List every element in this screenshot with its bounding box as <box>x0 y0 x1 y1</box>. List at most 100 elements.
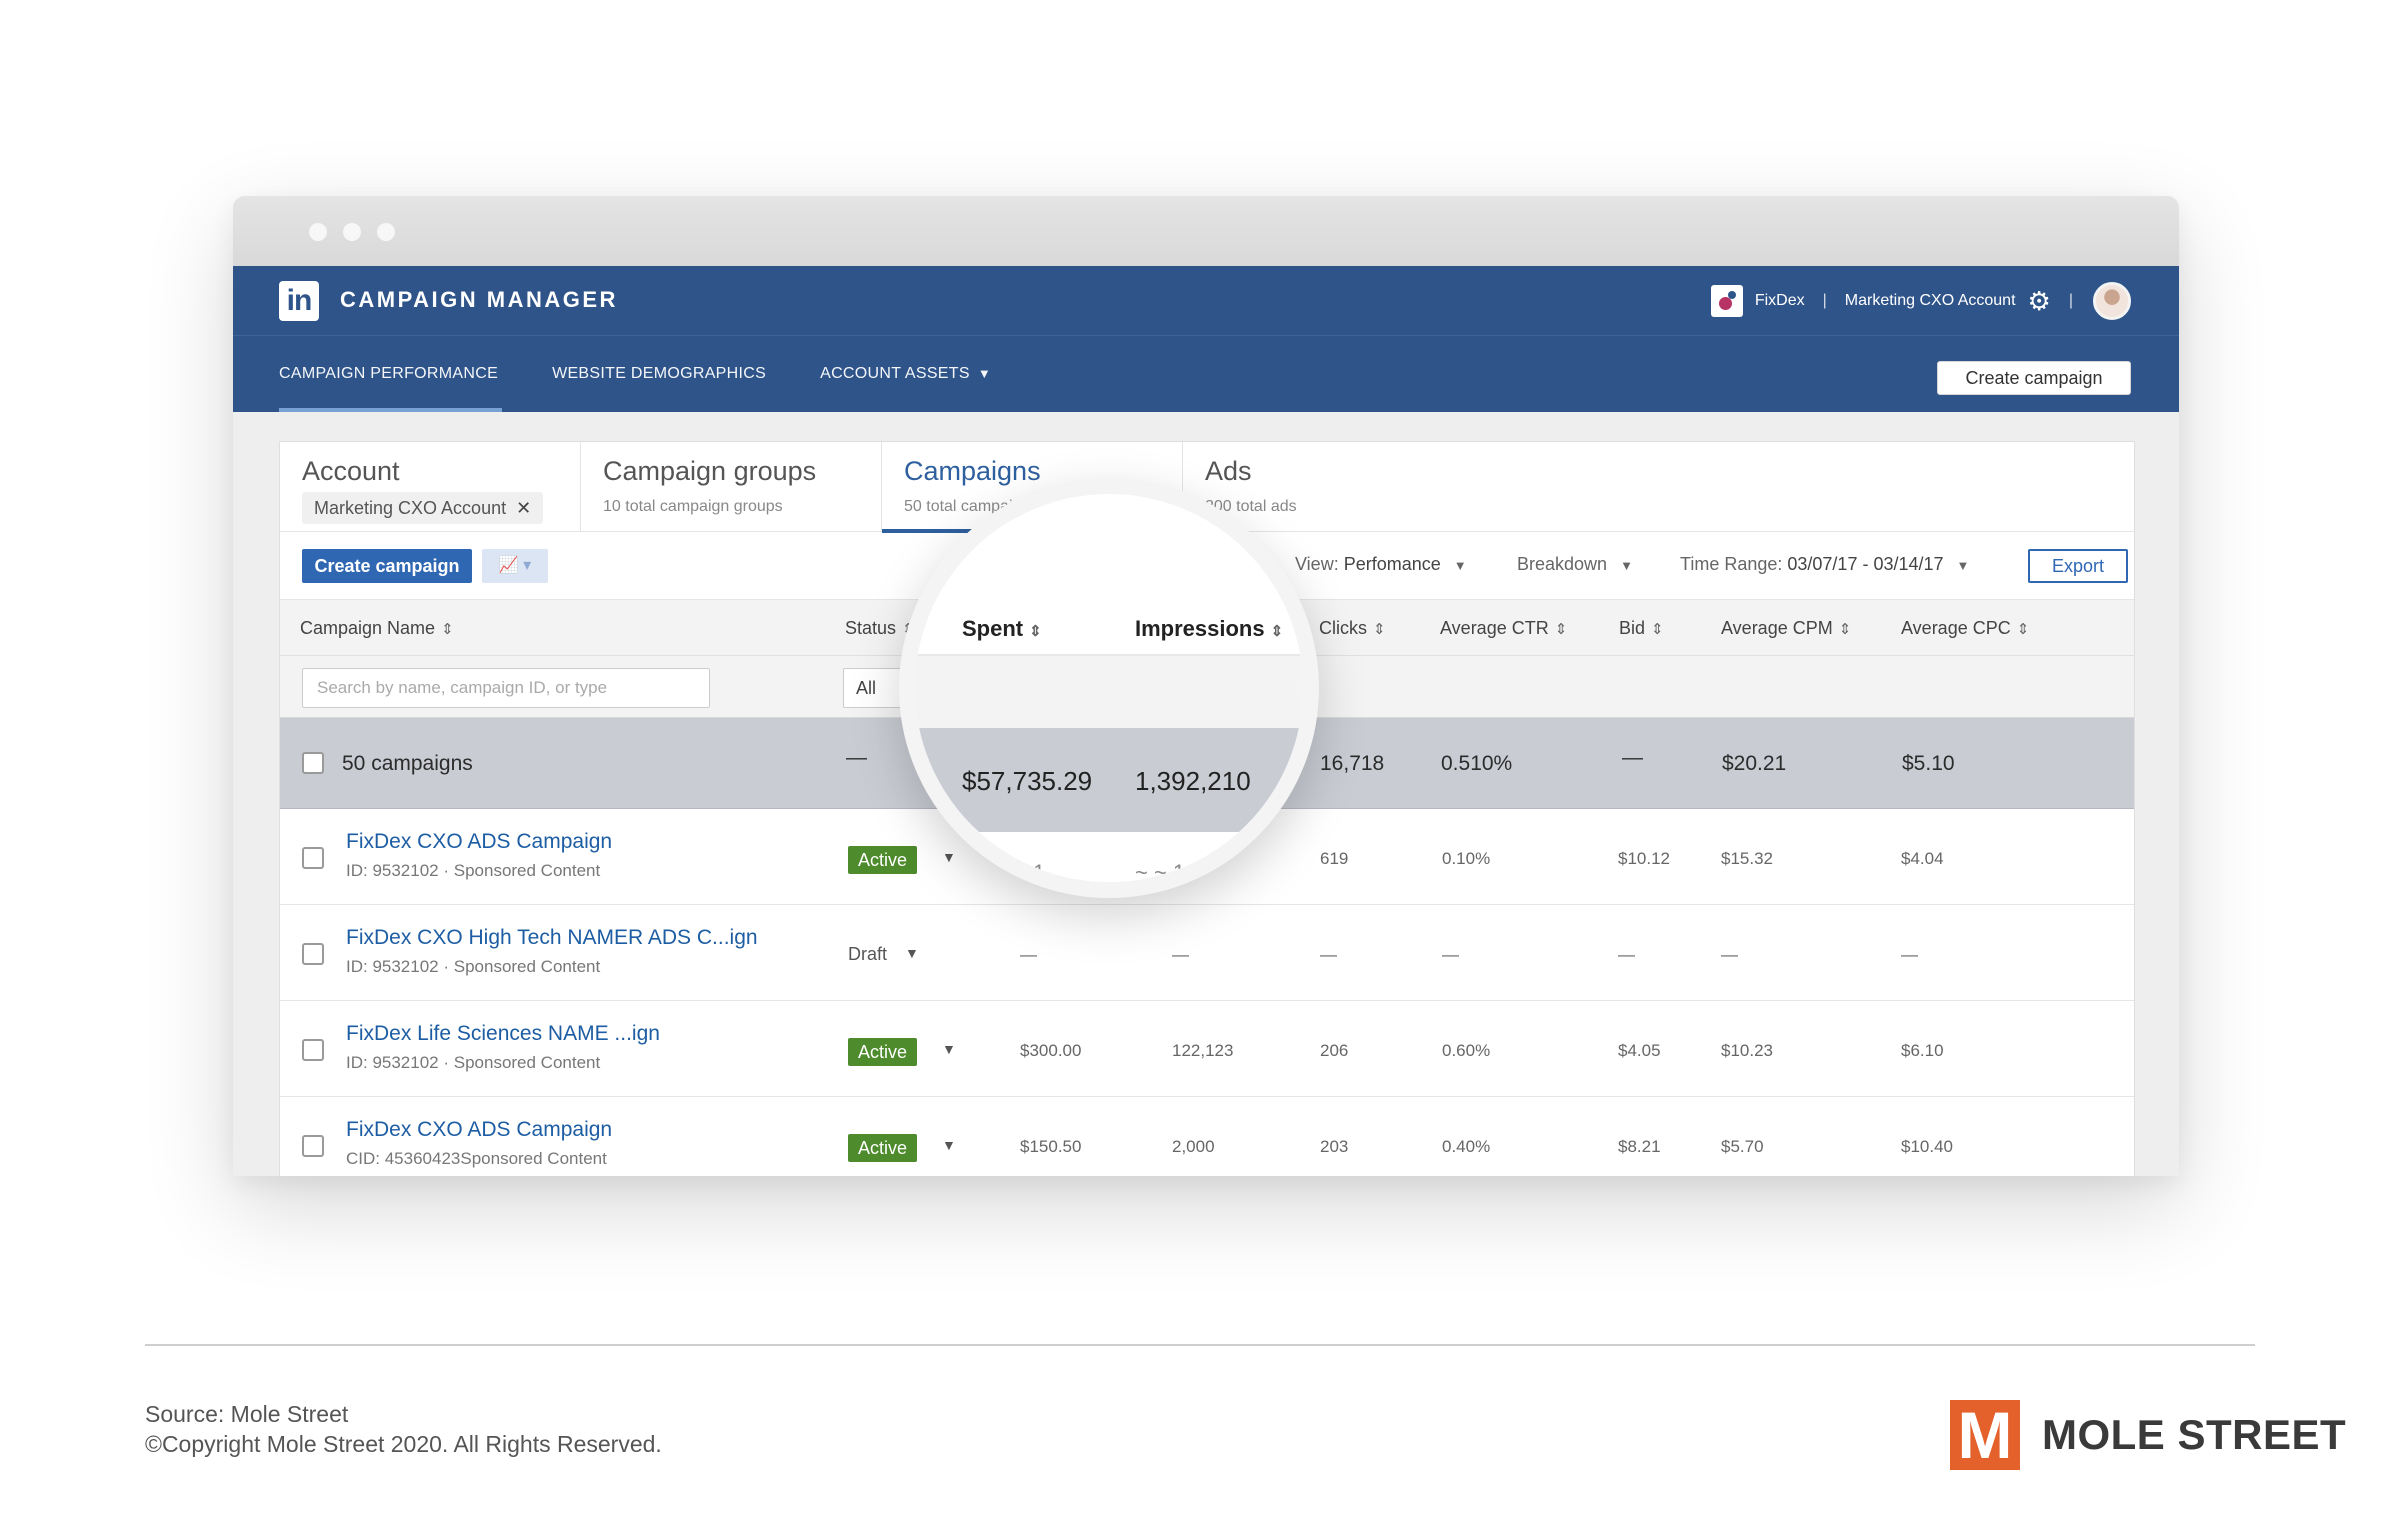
time-range-value: 03/07/17 - 03/14/17 <box>1787 554 1944 574</box>
row-checkbox[interactable] <box>302 1039 324 1061</box>
row-checkbox[interactable] <box>302 1135 324 1157</box>
magnified-impressions-total: 1,392,210 <box>1135 766 1251 796</box>
cell-clicks: 206 <box>1320 1041 1349 1060</box>
gear-icon[interactable]: ⚙ <box>2028 286 2051 317</box>
column-average-cpc-label: Average CPC <box>1901 618 2011 638</box>
campaign-name-link[interactable]: FixDex CXO ADS Campaign <box>346 830 612 854</box>
cell-spent: $150.50 <box>1020 1137 1082 1156</box>
app-header: in CAMPAIGN MANAGER FixDex | Marketing C… <box>233 266 2179 412</box>
window-maximize-dot[interactable] <box>377 223 395 241</box>
table-row[interactable]: FixDex CXO ADS Campaign CID: 45360423Spo… <box>280 1097 2134 1176</box>
column-average-cpm[interactable]: Average CPM ⇕ <box>1721 618 1851 639</box>
column-bid[interactable]: Bid ⇕ <box>1619 618 1664 639</box>
nav-account-assets[interactable]: ACCOUNT ASSETS ▼ <box>820 336 991 412</box>
campaign-name-link[interactable]: FixDex Life Sciences NAME ...ign <box>346 1022 660 1046</box>
chevron-down-icon: ▼ <box>1453 558 1467 573</box>
account-switcher: FixDex | Marketing CXO Account ⚙ | <box>1710 280 2131 322</box>
mole-street-brand: M MOLE STREET <box>1950 1398 2346 1472</box>
status-badge[interactable]: Active <box>848 846 918 874</box>
tab-account[interactable]: Account Marketing CXO Account ✕ <box>280 442 581 532</box>
close-icon[interactable]: ✕ <box>516 498 531 518</box>
cell-bid: $10.12 <box>1618 849 1670 868</box>
column-average-ctr-label: Average CTR <box>1440 618 1549 638</box>
sort-icon: ⇕ <box>1029 623 1042 640</box>
chart-toggle-button[interactable]: 📈 ▾ <box>482 549 548 583</box>
cell-clicks: 203 <box>1320 1137 1349 1156</box>
table-row[interactable]: FixDex Life Sciences NAME ...ign ID: 953… <box>280 1001 2134 1097</box>
column-clicks[interactable]: Clicks ⇕ <box>1319 618 1386 639</box>
magnified-impressions-header-label: Impressions <box>1135 616 1265 641</box>
sort-icon: ⇕ <box>1651 621 1664 638</box>
create-campaign-button[interactable]: Create campaign <box>302 549 472 583</box>
account-name[interactable]: Marketing CXO Account <box>1845 292 2016 310</box>
column-average-cpc[interactable]: Average CPC ⇕ <box>1901 618 2029 639</box>
status-badge[interactable]: Active <box>848 1038 918 1066</box>
export-button[interactable]: Export <box>2028 549 2128 583</box>
time-range-selector[interactable]: Time Range: 03/07/17 - 03/14/17 ▼ <box>1680 554 1969 575</box>
time-range-label: Time Range: <box>1680 554 1783 574</box>
avatar[interactable] <box>2093 282 2131 320</box>
sort-icon: ⇕ <box>2016 621 2030 638</box>
company-logo-icon <box>1710 285 1743 317</box>
cell-ctr: 0.10% <box>1442 849 1491 868</box>
window-minimize-dot[interactable] <box>343 223 361 241</box>
summary-cpm: $20.21 <box>1722 752 1787 775</box>
search-input[interactable]: Search by name, campaign ID, or type <box>302 668 710 708</box>
cell-impressions: 122,123 <box>1172 1041 1234 1060</box>
account-filter-chip-label: Marketing CXO Account <box>314 498 507 518</box>
tab-campaigns-title: Campaigns <box>904 456 1041 486</box>
status-label[interactable]: Draft <box>848 944 887 965</box>
cell-ctr: 0.60% <box>1442 1041 1491 1060</box>
brand-mark: M <box>1957 1398 2013 1472</box>
column-status[interactable]: Status⇕ <box>845 618 915 639</box>
create-campaign-header-button[interactable]: Create campaign <box>1937 361 2131 395</box>
chart-icon: 📈 <box>498 557 519 574</box>
chevron-down-icon[interactable]: ▼ <box>942 1137 956 1153</box>
column-average-ctr[interactable]: Average CTR ⇕ <box>1440 618 1567 639</box>
linkedin-logo-icon[interactable]: in <box>279 281 319 321</box>
campaign-name-link[interactable]: FixDex CXO ADS Campaign <box>346 1118 612 1142</box>
row-checkbox[interactable] <box>302 943 324 965</box>
window-close-dot[interactable] <box>309 223 327 241</box>
tab-ads-title: Ads <box>1205 456 1252 486</box>
select-all-checkbox[interactable] <box>302 752 324 774</box>
view-label: View: <box>1295 554 1339 574</box>
chevron-down-icon[interactable]: ▼ <box>905 945 919 961</box>
cell-cpm: $5.70 <box>1721 1137 1764 1156</box>
table-row[interactable]: FixDex CXO High Tech NAMER ADS C...ign I… <box>280 905 2134 1001</box>
header-divider: | <box>2068 292 2073 309</box>
summary-clicks: 16,718 <box>1320 752 1385 775</box>
nav-website-demographics[interactable]: WEBSITE DEMOGRAPHICS <box>552 336 766 412</box>
company-name[interactable]: FixDex <box>1755 292 1805 310</box>
cell-spent: — <box>1020 945 1037 964</box>
cell-cpc: $4.04 <box>1901 849 1944 868</box>
column-clicks-label: Clicks <box>1319 618 1367 638</box>
magnified-spent-total: $57,735.29 <box>962 766 1093 796</box>
browser-titlebar <box>233 196 2179 266</box>
nav-campaign-performance[interactable]: CAMPAIGN PERFORMANCE <box>279 336 503 412</box>
sort-icon: ⇕ <box>1554 621 1568 638</box>
chevron-down-icon[interactable]: ▼ <box>942 1041 956 1057</box>
tab-campaign-groups[interactable]: Campaign groups 10 total campaign groups <box>581 442 882 532</box>
breakdown-selector[interactable]: Breakdown ▼ <box>1517 554 1633 575</box>
magnified-header: Spent ⇕ Impressions ⇕ <box>915 602 1303 656</box>
cell-cpm: $10.23 <box>1721 1041 1773 1060</box>
cell-cpm: — <box>1721 945 1738 964</box>
cell-bid: $4.05 <box>1618 1041 1661 1060</box>
account-filter-chip: Marketing CXO Account ✕ <box>302 492 544 524</box>
cell-cpc: $10.40 <box>1901 1137 1953 1156</box>
magnified-spent-header-label: Spent <box>962 616 1024 641</box>
footer-divider <box>145 1344 2255 1346</box>
status-badge[interactable]: Active <box>848 1134 918 1162</box>
campaign-name-link[interactable]: FixDex CXO High Tech NAMER ADS C...ign <box>346 926 758 950</box>
row-checkbox[interactable] <box>302 847 324 869</box>
cell-spent: $300.00 <box>1020 1041 1082 1060</box>
sort-icon: ⇕ <box>1838 621 1852 638</box>
cell-clicks: 619 <box>1320 849 1349 868</box>
magnified-spent-header: Spent ⇕ <box>962 616 1042 642</box>
magnified-partial-value: ~ ~ 1 <box>1135 860 1186 885</box>
cell-bid: — <box>1618 945 1635 964</box>
chevron-down-icon: ▾ <box>523 557 532 574</box>
column-campaign-name[interactable]: Campaign Name ⇕ <box>300 618 454 639</box>
view-selector[interactable]: View: Perfomance ▼ <box>1295 554 1467 575</box>
